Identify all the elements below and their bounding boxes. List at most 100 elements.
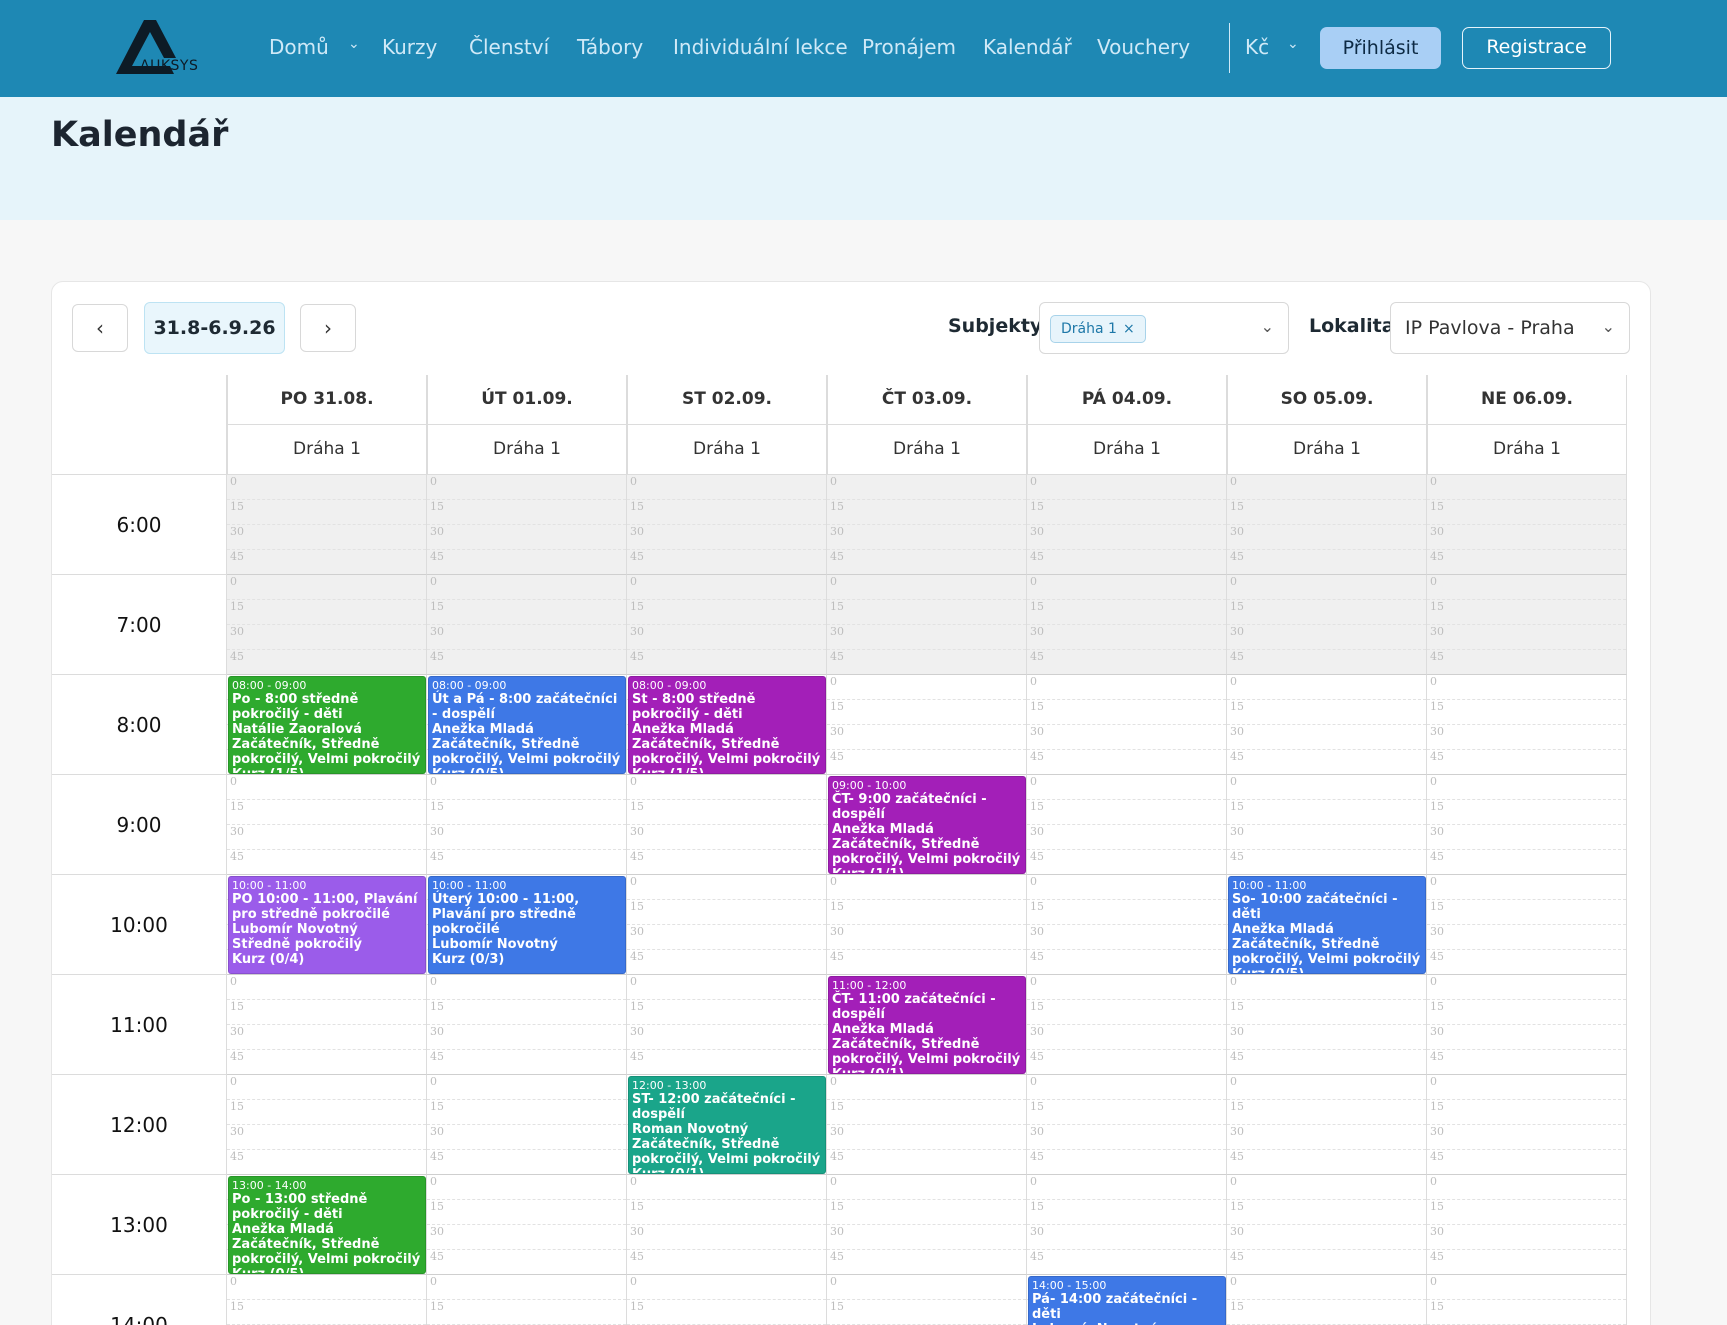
time-slot[interactable]: 0153045 [1427, 775, 1627, 875]
time-slot[interactable]: 0153045 [1427, 675, 1627, 775]
calendar-event[interactable]: 08:00 - 09:00 St - 8:00 středně pokročilý… [628, 676, 826, 774]
time-slot[interactable]: 0153045 [1427, 1175, 1627, 1275]
calendar-event[interactable]: 13:00 - 14:00 Po - 13:00 středně pokročil… [228, 1176, 426, 1274]
time-slot[interactable]: 0153045 [827, 1175, 1027, 1275]
time-slot[interactable]: 0153045 [1227, 975, 1427, 1075]
time-slot[interactable]: 0153045 [1427, 975, 1627, 1075]
time-slot[interactable]: 0153045 [227, 1275, 427, 1325]
chip-remove-icon[interactable]: × [1123, 321, 1135, 337]
register-button[interactable]: Registrace [1462, 27, 1611, 69]
time-slot[interactable]: 0153045 [1427, 1275, 1627, 1325]
time-slot[interactable]: 0153045 [627, 775, 827, 875]
time-slot[interactable]: 0153045 [1427, 475, 1627, 575]
event-line: Anežka Mladá [432, 722, 534, 737]
subjects-select[interactable]: Dráha 1 × ⌄ [1039, 302, 1289, 354]
time-slot[interactable]: 0153045 [627, 975, 827, 1075]
nav-item-7[interactable]: Vouchery [1097, 35, 1190, 59]
calendar-event[interactable]: 08:00 - 09:00 Po - 8:00 středně pokročilý… [228, 676, 426, 774]
event-line: Začátečník, Středně pokročilý, Velmi pok… [1232, 937, 1421, 967]
time-slot[interactable]: 0153045 [427, 975, 627, 1075]
quarter-mark: 45 [230, 850, 244, 863]
currency-select[interactable]: Kč [1245, 35, 1269, 59]
hour-label: 13:00 [52, 1175, 227, 1275]
calendar-event[interactable]: 12:00 - 13:00 ST- 12:00 začáteční­ci - do… [628, 1076, 826, 1174]
time-slot[interactable]: 0153045 [827, 1275, 1027, 1325]
calendar-event[interactable]: 08:00 - 09:00 Út a Pá - 8:00 začáteční­ci… [428, 676, 626, 774]
nav-item-1[interactable]: Kurzy [382, 35, 437, 59]
time-slot[interactable]: 0153045 [1027, 875, 1227, 975]
time-slot[interactable]: 0153045 [827, 875, 1027, 975]
time-slot[interactable]: 0153045 [1227, 775, 1427, 875]
currency-chevron-down-icon[interactable]: ⌄ [1287, 36, 1299, 52]
time-slot[interactable]: 0153045 [227, 575, 427, 675]
time-slot[interactable]: 0153045 [1427, 575, 1627, 675]
time-slot[interactable]: 0153045 [1027, 475, 1227, 575]
nav-item-2[interactable]: Členství [469, 35, 549, 59]
time-slot[interactable]: 0153045 [227, 775, 427, 875]
time-slot[interactable]: 0153045 [827, 475, 1027, 575]
calendar-event[interactable]: 10:00 - 11:00 PO 10:00 - 11:00, Plavání p… [228, 876, 426, 974]
calendar-event[interactable]: 11:00 - 12:00 ČT- 11:00 začáteční­ci - do… [828, 976, 1026, 1074]
quarter-mark: 15 [1027, 500, 1226, 525]
prev-week-button[interactable]: ‹ [72, 304, 128, 352]
nav-item-6[interactable]: Kalendář [983, 35, 1072, 59]
time-slot[interactable]: 0153045 [1027, 575, 1227, 675]
time-slot[interactable]: 0153045 [1227, 1075, 1427, 1175]
login-button[interactable]: Přihlásit [1320, 27, 1441, 69]
quarter-mark: 0 [227, 1075, 426, 1100]
nav-item-3[interactable]: Tábory [577, 35, 643, 59]
nav-item-4[interactable]: Individuální lekce [673, 35, 848, 59]
time-slot[interactable]: 0153045 [1027, 1075, 1227, 1175]
nav-item-0[interactable]: Domů [269, 35, 329, 59]
time-slot[interactable]: 0153045 [427, 475, 627, 575]
time-slot[interactable]: 0153045 [827, 1075, 1027, 1175]
calendar-event[interactable]: 10:00 - 11:00 So- 10:00 začáteční­ci - dě… [1228, 876, 1426, 974]
time-slot[interactable]: 0153045 [827, 575, 1027, 675]
time-slot[interactable]: 0153045 [1227, 1275, 1427, 1325]
quarter-mark: 30 [427, 1125, 626, 1150]
event-line: Po - 8:00 středně pokročilý - děti [232, 692, 359, 722]
time-slot[interactable]: 0153045 [227, 475, 427, 575]
time-slot[interactable]: 0153045 [227, 1075, 427, 1175]
quarter-mark: 45 [1230, 650, 1244, 663]
time-slot[interactable]: 0153045 [1427, 875, 1627, 975]
location-select[interactable]: IP Pavlova - Praha ⌄ [1390, 302, 1630, 354]
time-slot[interactable]: 0153045 [627, 575, 827, 675]
calendar-event[interactable]: 10:00 - 11:00 Úterý 10:00 - 11:00, Plaván… [428, 876, 626, 974]
nav-item-5[interactable]: Pronájem [862, 35, 956, 59]
time-slot[interactable]: 0153045 [427, 1275, 627, 1325]
date-range[interactable]: 31.8-6.9.26 [144, 302, 285, 354]
time-slot[interactable]: 0153045 [1227, 575, 1427, 675]
calendar-event[interactable]: 14:00 - 15:00 Pá- 14:00 začáteční­ci - dě… [1028, 1276, 1226, 1325]
calendar-event[interactable]: 09:00 - 10:00 ČT- 9:00 začáteční­ci - dos… [828, 776, 1026, 874]
time-slot[interactable]: 0153045 [427, 1175, 627, 1275]
next-week-button[interactable]: › [300, 304, 356, 352]
quarter-mark: 0 [827, 575, 1026, 600]
time-slot[interactable]: 0153045 [627, 1175, 827, 1275]
time-slot[interactable]: 0153045 [1427, 1075, 1627, 1175]
quarter-mark: 45 [230, 1050, 244, 1063]
domu-chevron-down-icon[interactable]: ⌄ [348, 36, 360, 52]
time-slot[interactable]: 0153045 [1227, 675, 1427, 775]
time-slot[interactable]: 0153045 [1027, 975, 1227, 1075]
event-line: Roman Novotný [632, 1122, 749, 1137]
time-slot[interactable]: 0153045 [627, 1275, 827, 1325]
time-slot[interactable]: 0153045 [1027, 675, 1227, 775]
quarter-mark: 30 [227, 525, 426, 550]
time-slot[interactable]: 0153045 [427, 575, 627, 675]
quarter-mark: 45 [1030, 1250, 1044, 1263]
time-slot[interactable]: 0153045 [1027, 1175, 1227, 1275]
event-line: Anežka Mladá [832, 1022, 934, 1037]
event-details: St - 8:00 středně pokročilý - děti Anežka… [632, 692, 822, 773]
time-slot[interactable]: 0153045 [827, 675, 1027, 775]
time-slot[interactable]: 0153045 [427, 775, 627, 875]
time-slot[interactable]: 0153045 [427, 1075, 627, 1175]
time-slot[interactable]: 0153045 [1227, 1175, 1427, 1275]
event-line: Začátečník, Středně pokročilý, Velmi pok… [632, 1137, 821, 1167]
time-slot[interactable]: 0153045 [1027, 775, 1227, 875]
quarter-mark: 45 [1230, 850, 1244, 863]
time-slot[interactable]: 0153045 [227, 975, 427, 1075]
time-slot[interactable]: 0153045 [627, 475, 827, 575]
time-slot[interactable]: 0153045 [627, 875, 827, 975]
time-slot[interactable]: 0153045 [1227, 475, 1427, 575]
